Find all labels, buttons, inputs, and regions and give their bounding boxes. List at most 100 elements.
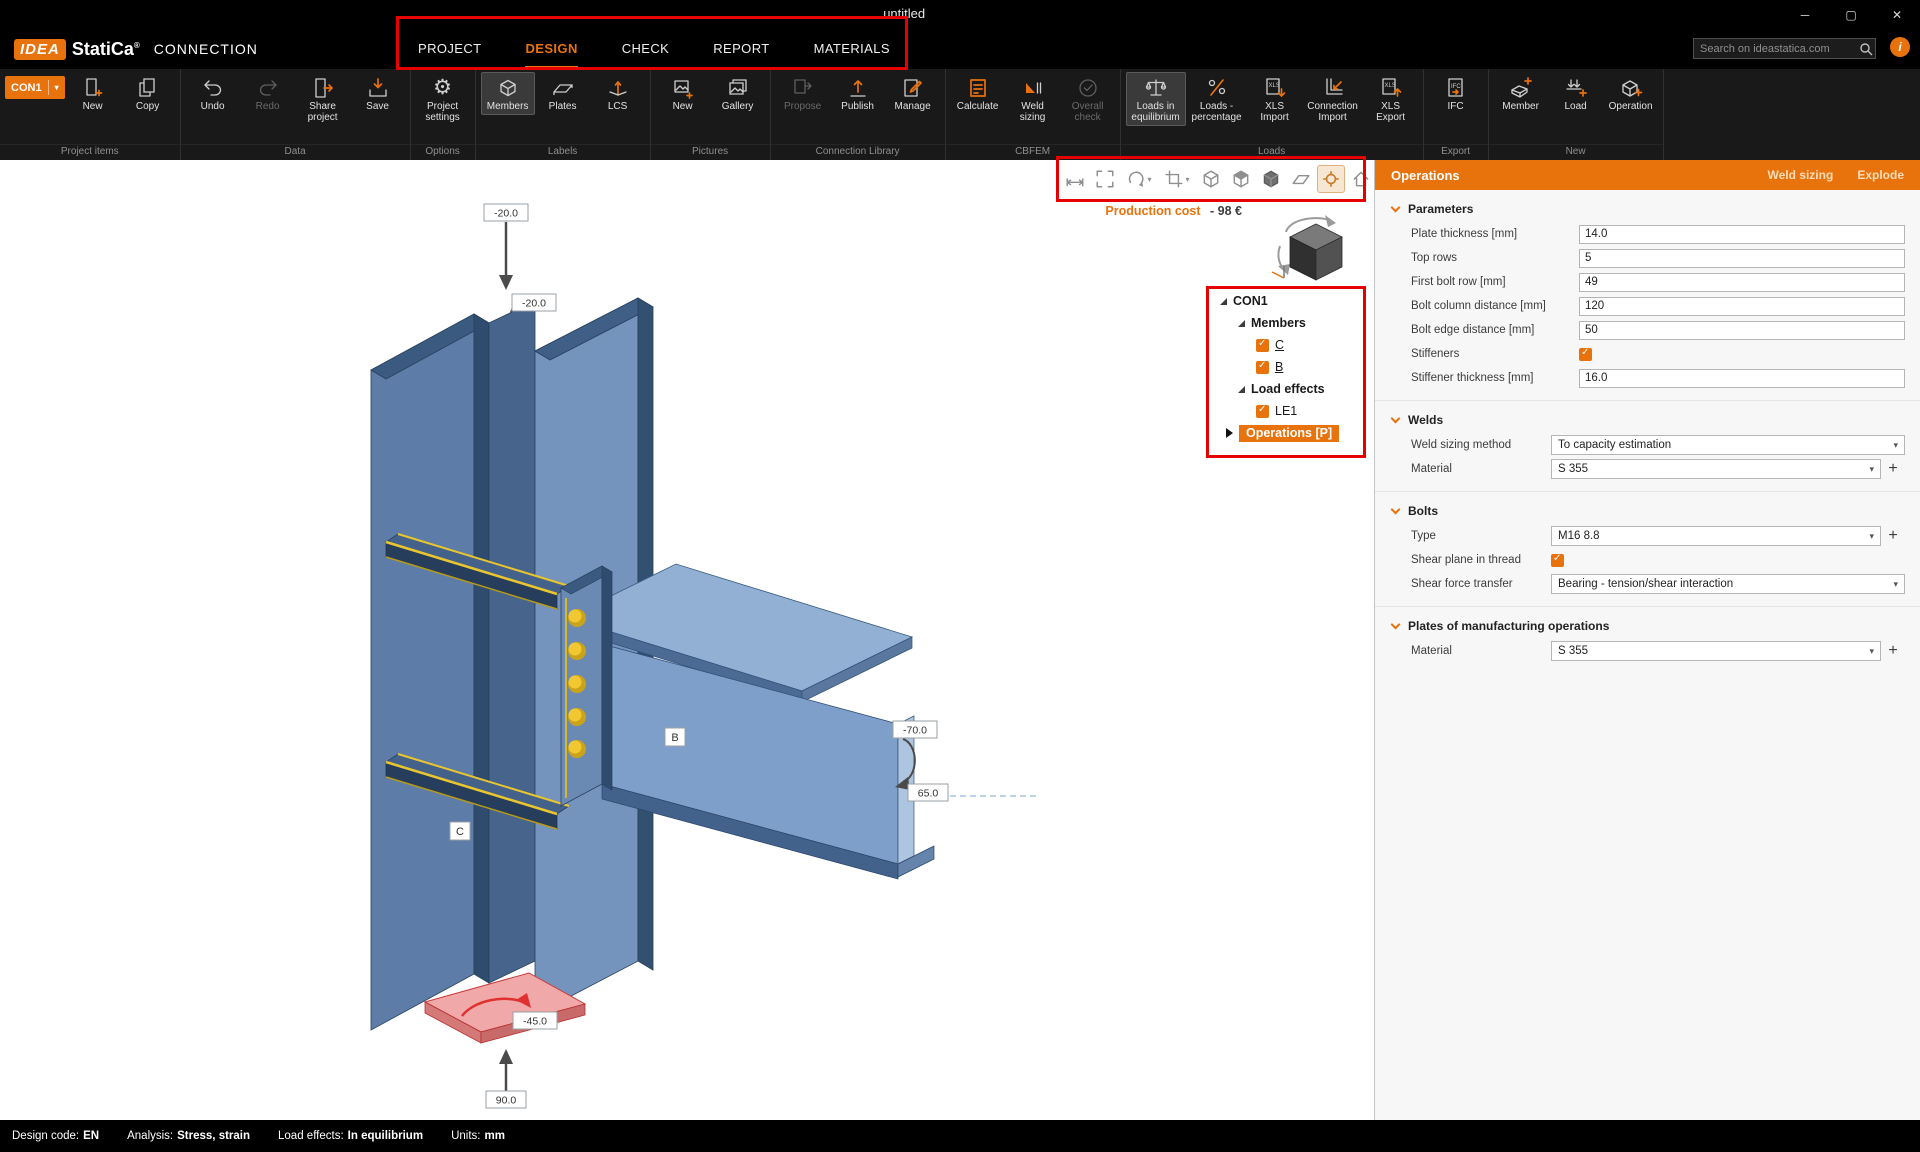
tab-materials[interactable]: MATERIALS	[814, 29, 890, 69]
zoom-fit-button[interactable]	[1092, 166, 1118, 192]
add-bolt-type-button[interactable]: +	[1881, 527, 1905, 545]
add-plate-material-button[interactable]: +	[1881, 642, 1905, 660]
stiffener-thickness-input[interactable]	[1579, 368, 1905, 388]
collapsed-arrow-icon[interactable]	[1226, 428, 1233, 438]
tree-node-le1[interactable]: LE1	[1218, 400, 1339, 422]
svg-text:XLS: XLS	[1384, 83, 1395, 89]
top-rows-input[interactable]	[1579, 248, 1905, 268]
add-weld-material-button[interactable]: +	[1881, 460, 1905, 478]
first-bolt-row-input[interactable]	[1579, 272, 1905, 292]
dim-label-top-rotation[interactable]: -20.0	[511, 293, 557, 312]
undo-icon	[203, 80, 221, 96]
new-operation-button[interactable]: Operation	[1604, 72, 1658, 115]
new-picture-button[interactable]: New	[656, 72, 710, 115]
xls-export-button[interactable]: XLS XLS Export	[1364, 72, 1418, 126]
share-project-button[interactable]: Share project	[296, 72, 350, 126]
checkbox-checked-icon[interactable]	[1256, 404, 1269, 418]
section-crop-button[interactable]: ▾	[1160, 166, 1194, 192]
tab-report[interactable]: REPORT	[713, 29, 769, 69]
publish-button[interactable]: Publish	[831, 72, 885, 115]
maximize-button[interactable]: ▢	[1828, 0, 1874, 29]
shear-plane-checkbox[interactable]	[1551, 553, 1564, 567]
rotate-view-button[interactable]: ▾	[1122, 166, 1156, 192]
weld-material-select[interactable]: S 355	[1551, 459, 1881, 479]
nav-cube[interactable]	[1271, 215, 1343, 281]
expander-icon[interactable]	[1220, 297, 1227, 305]
tree-node-member-c[interactable]: C	[1218, 334, 1339, 356]
wireframe-view-button[interactable]	[1198, 166, 1224, 192]
project-settings-button[interactable]: ⚙ Project settings	[416, 72, 470, 126]
connection-selector-button[interactable]: CON1 ▾	[5, 76, 65, 99]
dim-label-top[interactable]: -20.0	[483, 203, 529, 222]
search-input[interactable]	[1694, 42, 1857, 55]
info-icon[interactable]: i	[1890, 37, 1910, 57]
viewport-3d[interactable]: B C -20.0 -20.0 -70.0 65.0 -45.0 90.0 ▾ …	[0, 160, 1374, 1120]
new-project-item-button[interactable]: New	[66, 72, 120, 115]
weld-sizing-button[interactable]: Weld sizing	[1006, 72, 1060, 126]
minimize-button[interactable]: ─	[1782, 0, 1828, 29]
bolt-display-toggle[interactable]	[1317, 165, 1345, 193]
section-header-parameters[interactable]: Parameters	[1375, 196, 1920, 222]
dimensions-button[interactable]	[1062, 166, 1088, 192]
labels-plates-toggle[interactable]: Plates	[536, 72, 590, 115]
section-header-bolts[interactable]: Bolts	[1375, 498, 1920, 524]
section-header-welds[interactable]: Welds	[1375, 407, 1920, 433]
new-member-button[interactable]: Member	[1494, 72, 1548, 115]
tree-node-members[interactable]: Members	[1218, 312, 1339, 334]
expander-icon[interactable]	[1238, 319, 1245, 327]
shaded-view-button[interactable]	[1228, 166, 1254, 192]
tree-node-con1[interactable]: CON1	[1218, 290, 1339, 312]
loads-percentage-button[interactable]: Loads - percentage	[1187, 72, 1247, 126]
member-label-column[interactable]: C	[449, 821, 471, 841]
tab-check[interactable]: CHECK	[622, 29, 670, 69]
dim-label-right-top[interactable]: -70.0	[892, 720, 938, 739]
explode-action-button[interactable]: Explode	[1857, 168, 1904, 182]
labels-members-toggle[interactable]: Members	[480, 72, 535, 116]
stiffeners-checkbox[interactable]	[1579, 347, 1592, 361]
labels-lcs-toggle[interactable]: LCS	[591, 72, 645, 115]
search-icon[interactable]	[1857, 40, 1875, 58]
propose-button[interactable]: Propose	[776, 72, 830, 115]
section-header-plates[interactable]: Plates of manufacturing operations	[1375, 613, 1920, 639]
tab-project[interactable]: PROJECT	[418, 29, 481, 69]
bolt-edge-distance-input[interactable]	[1579, 320, 1905, 340]
ifc-icon: IFC	[1447, 78, 1463, 97]
solid-view-button[interactable]	[1258, 166, 1284, 192]
weld-sizing-action-button[interactable]: Weld sizing	[1768, 168, 1834, 182]
close-button[interactable]: ✕	[1874, 0, 1920, 29]
new-load-button[interactable]: Load	[1549, 72, 1603, 115]
plate-thickness-input[interactable]	[1579, 224, 1905, 244]
gallery-button[interactable]: Gallery	[711, 72, 765, 115]
copy-project-item-button[interactable]: Copy	[121, 72, 175, 115]
member-label-beam[interactable]: B	[664, 727, 686, 747]
weld-sizing-method-select[interactable]: To capacity estimation	[1551, 435, 1905, 455]
tab-design[interactable]: DESIGN	[525, 29, 578, 69]
connection-import-button[interactable]: Connection Import	[1303, 72, 1363, 126]
ifc-export-button[interactable]: IFC IFC	[1429, 72, 1483, 115]
undo-button[interactable]: Undo	[186, 72, 240, 115]
home-view-button[interactable]	[1348, 166, 1374, 192]
tree-node-load-effects[interactable]: Load effects	[1218, 378, 1339, 400]
checkbox-checked-icon[interactable]	[1256, 360, 1269, 374]
tree-node-operations[interactable]: Operations [P]	[1218, 422, 1340, 444]
bolt-column-distance-input[interactable]	[1579, 296, 1905, 316]
load-arrow-top[interactable]	[499, 222, 513, 290]
overall-check-button[interactable]: Overall check	[1061, 72, 1115, 126]
save-button[interactable]: Save	[351, 72, 405, 115]
dim-label-base[interactable]: -45.0	[512, 1011, 558, 1030]
calculate-button[interactable]: Calculate	[951, 72, 1005, 115]
xls-import-button[interactable]: XLS XLS Import	[1248, 72, 1302, 126]
checkbox-checked-icon[interactable]	[1256, 338, 1269, 352]
dim-label-right-rotation[interactable]: 65.0	[907, 783, 949, 802]
bolt-type-select[interactable]: M16 8.8	[1551, 526, 1881, 546]
expander-icon[interactable]	[1238, 385, 1245, 393]
redo-button[interactable]: Redo	[241, 72, 295, 115]
plate-view-button[interactable]	[1288, 166, 1314, 192]
manage-button[interactable]: Manage	[886, 72, 940, 115]
loads-in-equilibrium-toggle[interactable]: Loads in equilibrium	[1125, 72, 1186, 127]
svg-text:90.0: 90.0	[496, 1095, 517, 1107]
dim-label-bottom[interactable]: 90.0	[485, 1090, 527, 1109]
plate-material-select[interactable]: S 355	[1551, 641, 1881, 661]
tree-node-member-b[interactable]: B	[1218, 356, 1339, 378]
shear-force-transfer-select[interactable]: Bearing - tension/shear interaction	[1551, 574, 1905, 594]
